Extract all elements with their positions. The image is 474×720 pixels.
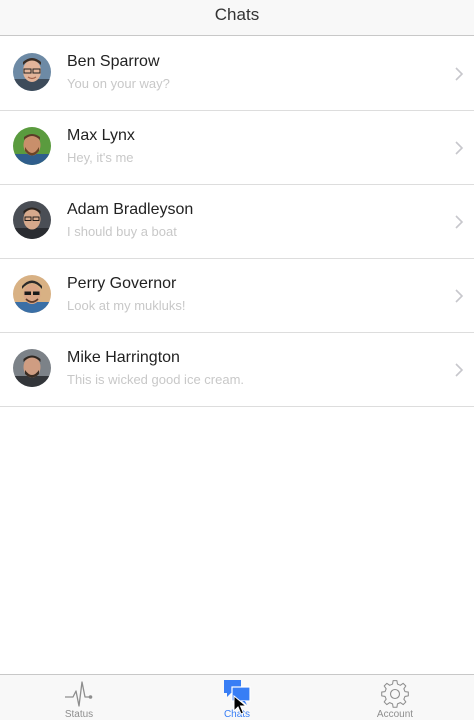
page-title: Chats (214, 5, 260, 24)
tab-chats[interactable]: Chats (158, 675, 316, 720)
gear-icon (381, 680, 409, 708)
chat-name: Adam Bradleyson (67, 201, 194, 218)
chat-preview: You on your way? (67, 76, 170, 91)
chat-item-ben-sparrow[interactable]: Ben Sparrow You on your way? (0, 37, 474, 111)
chevron-right-icon (455, 67, 464, 81)
chat-preview: This is wicked good ice cream. (67, 372, 245, 387)
chevron-right-icon (455, 215, 464, 229)
chat-item-perry-governor[interactable]: Perry Governor Look at my mukluks! (0, 259, 474, 333)
chat-bubbles-icon (224, 680, 251, 705)
avatar (13, 201, 51, 239)
chat-name: Max Lynx (67, 127, 135, 144)
chat-name: Perry Governor (67, 275, 177, 292)
avatar (13, 53, 51, 91)
chat-name: Ben Sparrow (67, 53, 160, 70)
tab-label: Status (64, 709, 94, 720)
avatar (13, 127, 51, 165)
nav-bar: Chats (0, 0, 474, 36)
tab-label: Chats (223, 709, 251, 720)
chat-item-mike-harrington[interactable]: Mike Harrington This is wicked good ice … (0, 333, 474, 407)
chat-preview: Hey, it's me (67, 150, 134, 165)
chat-preview: I should buy a boat (67, 224, 177, 239)
chevron-right-icon (455, 289, 464, 303)
chevron-right-icon (455, 363, 464, 377)
pulse-icon (65, 681, 93, 707)
chat-preview: Look at my mukluks! (67, 298, 186, 313)
tab-bar: Status Chats Account (0, 674, 474, 720)
chat-item-adam-bradleyson[interactable]: Adam Bradleyson I should buy a boat (0, 185, 474, 259)
chat-name: Mike Harrington (67, 349, 180, 366)
avatar (13, 275, 51, 313)
app-window: Chats Ben Sparrow You on your way? Max L… (0, 0, 474, 720)
avatar (13, 349, 51, 387)
tab-label: Account (376, 709, 414, 720)
chevron-right-icon (455, 141, 464, 155)
tab-status[interactable]: Status (0, 675, 158, 720)
chat-list: Ben Sparrow You on your way? Max Lynx He… (0, 37, 474, 407)
tab-account[interactable]: Account (316, 675, 474, 720)
chat-item-max-lynx[interactable]: Max Lynx Hey, it's me (0, 111, 474, 185)
